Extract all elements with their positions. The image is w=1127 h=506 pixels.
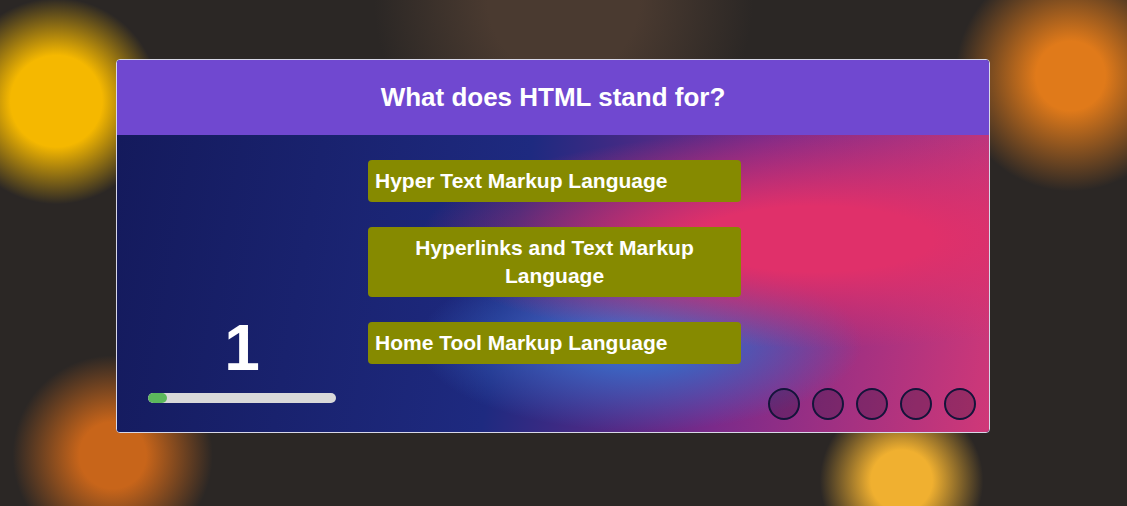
question-number: 1 xyxy=(148,316,336,380)
answer-text: Home Tool Markup Language xyxy=(375,331,667,354)
quiz-body: 1 Hyper Text Markup Language Hyperlinks a… xyxy=(117,135,989,432)
answer-list: Hyper Text Markup Language Hyperlinks and… xyxy=(368,135,741,432)
quiz-card: What does HTML stand for? 1 Hyper Text M… xyxy=(116,59,990,433)
progress-track xyxy=(148,393,336,403)
step-dot[interactable] xyxy=(900,388,932,420)
answer-button[interactable]: Hyper Text Markup Language xyxy=(368,160,741,202)
step-dot[interactable] xyxy=(812,388,844,420)
step-dot[interactable] xyxy=(856,388,888,420)
step-dot[interactable] xyxy=(944,388,976,420)
question-title: What does HTML stand for? xyxy=(381,82,726,113)
question-header: What does HTML stand for? xyxy=(117,60,989,135)
answer-button[interactable]: Hyperlinks and Text Markup Language xyxy=(368,227,741,297)
answer-button[interactable]: Home Tool Markup Language xyxy=(368,322,741,364)
answer-text: Hyperlinks and Text Markup Language xyxy=(415,236,694,287)
answer-text: Hyper Text Markup Language xyxy=(375,169,668,192)
progress-area: 1 xyxy=(117,135,368,432)
step-indicators xyxy=(741,135,989,432)
progress-fill xyxy=(148,393,167,403)
step-dot[interactable] xyxy=(768,388,800,420)
